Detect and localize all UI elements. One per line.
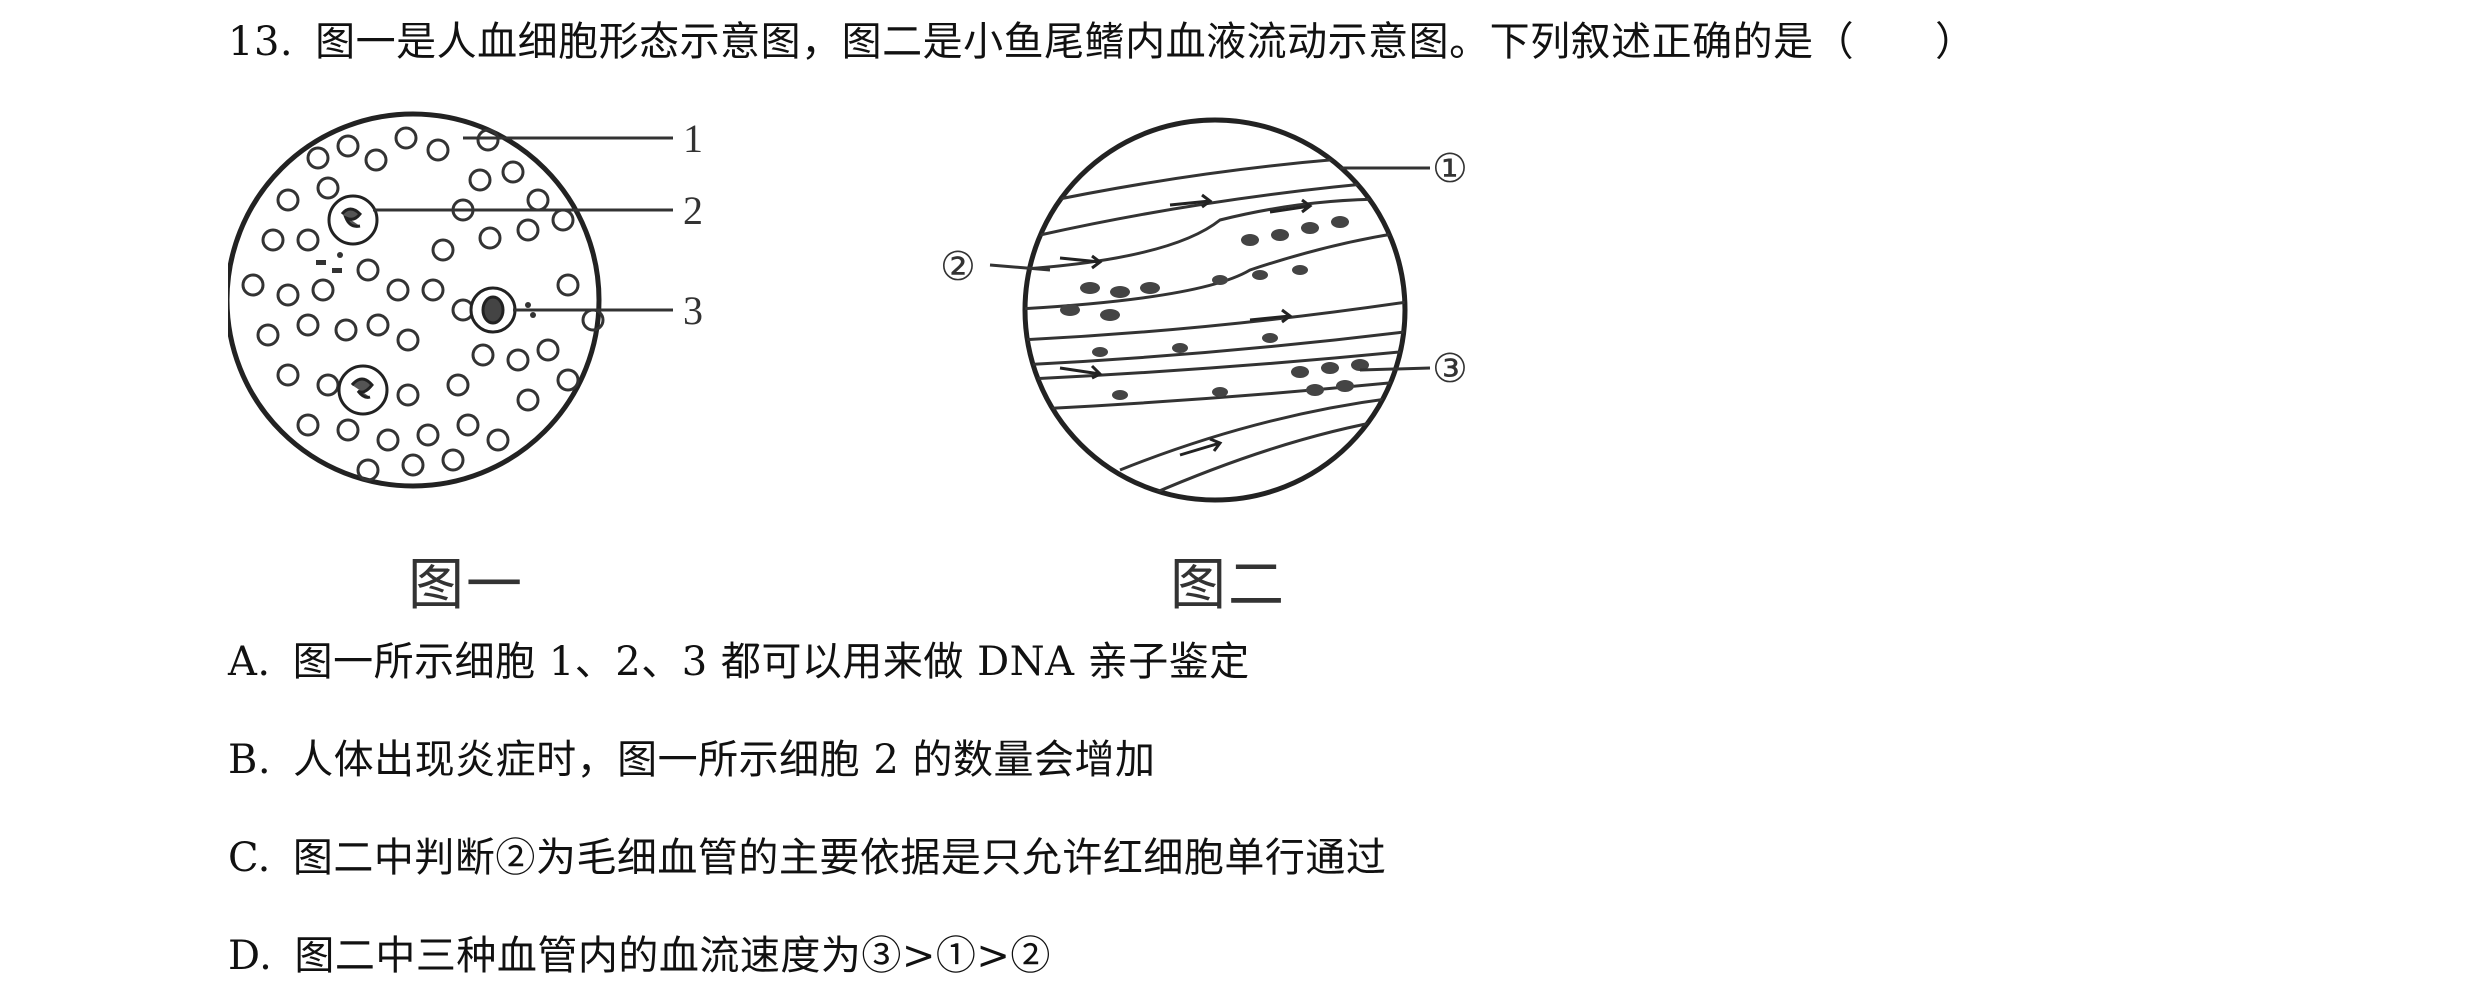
option-c-text: 图二中判断②为毛细血管的主要依据是只允许红细胞单行通过 [292,835,1387,881]
fig2-label-circled-2: ② [940,244,976,290]
figure-2-caption: 图二 [1170,553,1286,618]
option-a-text: 图一所示细胞 1、2、3 都可以用来做 DNA 亲子鉴定 [292,639,1250,685]
option-d: D. 图二中三种血管内的血流速度为③>①>② [228,928,1051,984]
figure-2-blood-flow: ① ② ③ [940,117,1468,503]
question-stem: 图一是人血细胞形态示意图，图二是小鱼尾鳍内血液流动示意图。下列叙述正确的是（ ） [315,19,1976,65]
figure-1-caption: 图一 [408,553,524,618]
option-d-text: 图二中三种血管内的血流速度为③>①>② [294,933,1051,979]
option-a: A. 图一所示细胞 1、2、3 都可以用来做 DNA 亲子鉴定 [228,634,1250,690]
fig1-label-3: 3 [683,288,703,333]
question-number: 13. [228,19,294,65]
option-b: B. 人体出现炎症时，图一所示细胞 2 的数量会增加 [228,732,1156,788]
fig2-label-circled-1: ① [1432,146,1468,192]
option-c: C. 图二中判断②为毛细血管的主要依据是只允许红细胞单行通过 [228,830,1386,886]
option-d-letter: D. [228,933,273,979]
option-b-letter: B. [228,737,272,783]
question-stem-line: 13. 图一是人血细胞形态示意图，图二是小鱼尾鳍内血液流动示意图。下列叙述正确的是… [228,14,1976,70]
option-b-text: 人体出现炎症时，图一所示细胞 2 的数量会增加 [293,737,1156,783]
fig1-label-1: 1 [683,116,703,161]
option-c-letter: C. [228,835,271,881]
fig1-field-of-view [228,111,602,489]
fig1-label-2: 2 [683,188,703,233]
figure-1-blood-cells: 1 2 3 [228,111,703,489]
option-a-letter: A. [228,639,271,685]
fig2-label-circled-3: ③ [1432,346,1468,392]
